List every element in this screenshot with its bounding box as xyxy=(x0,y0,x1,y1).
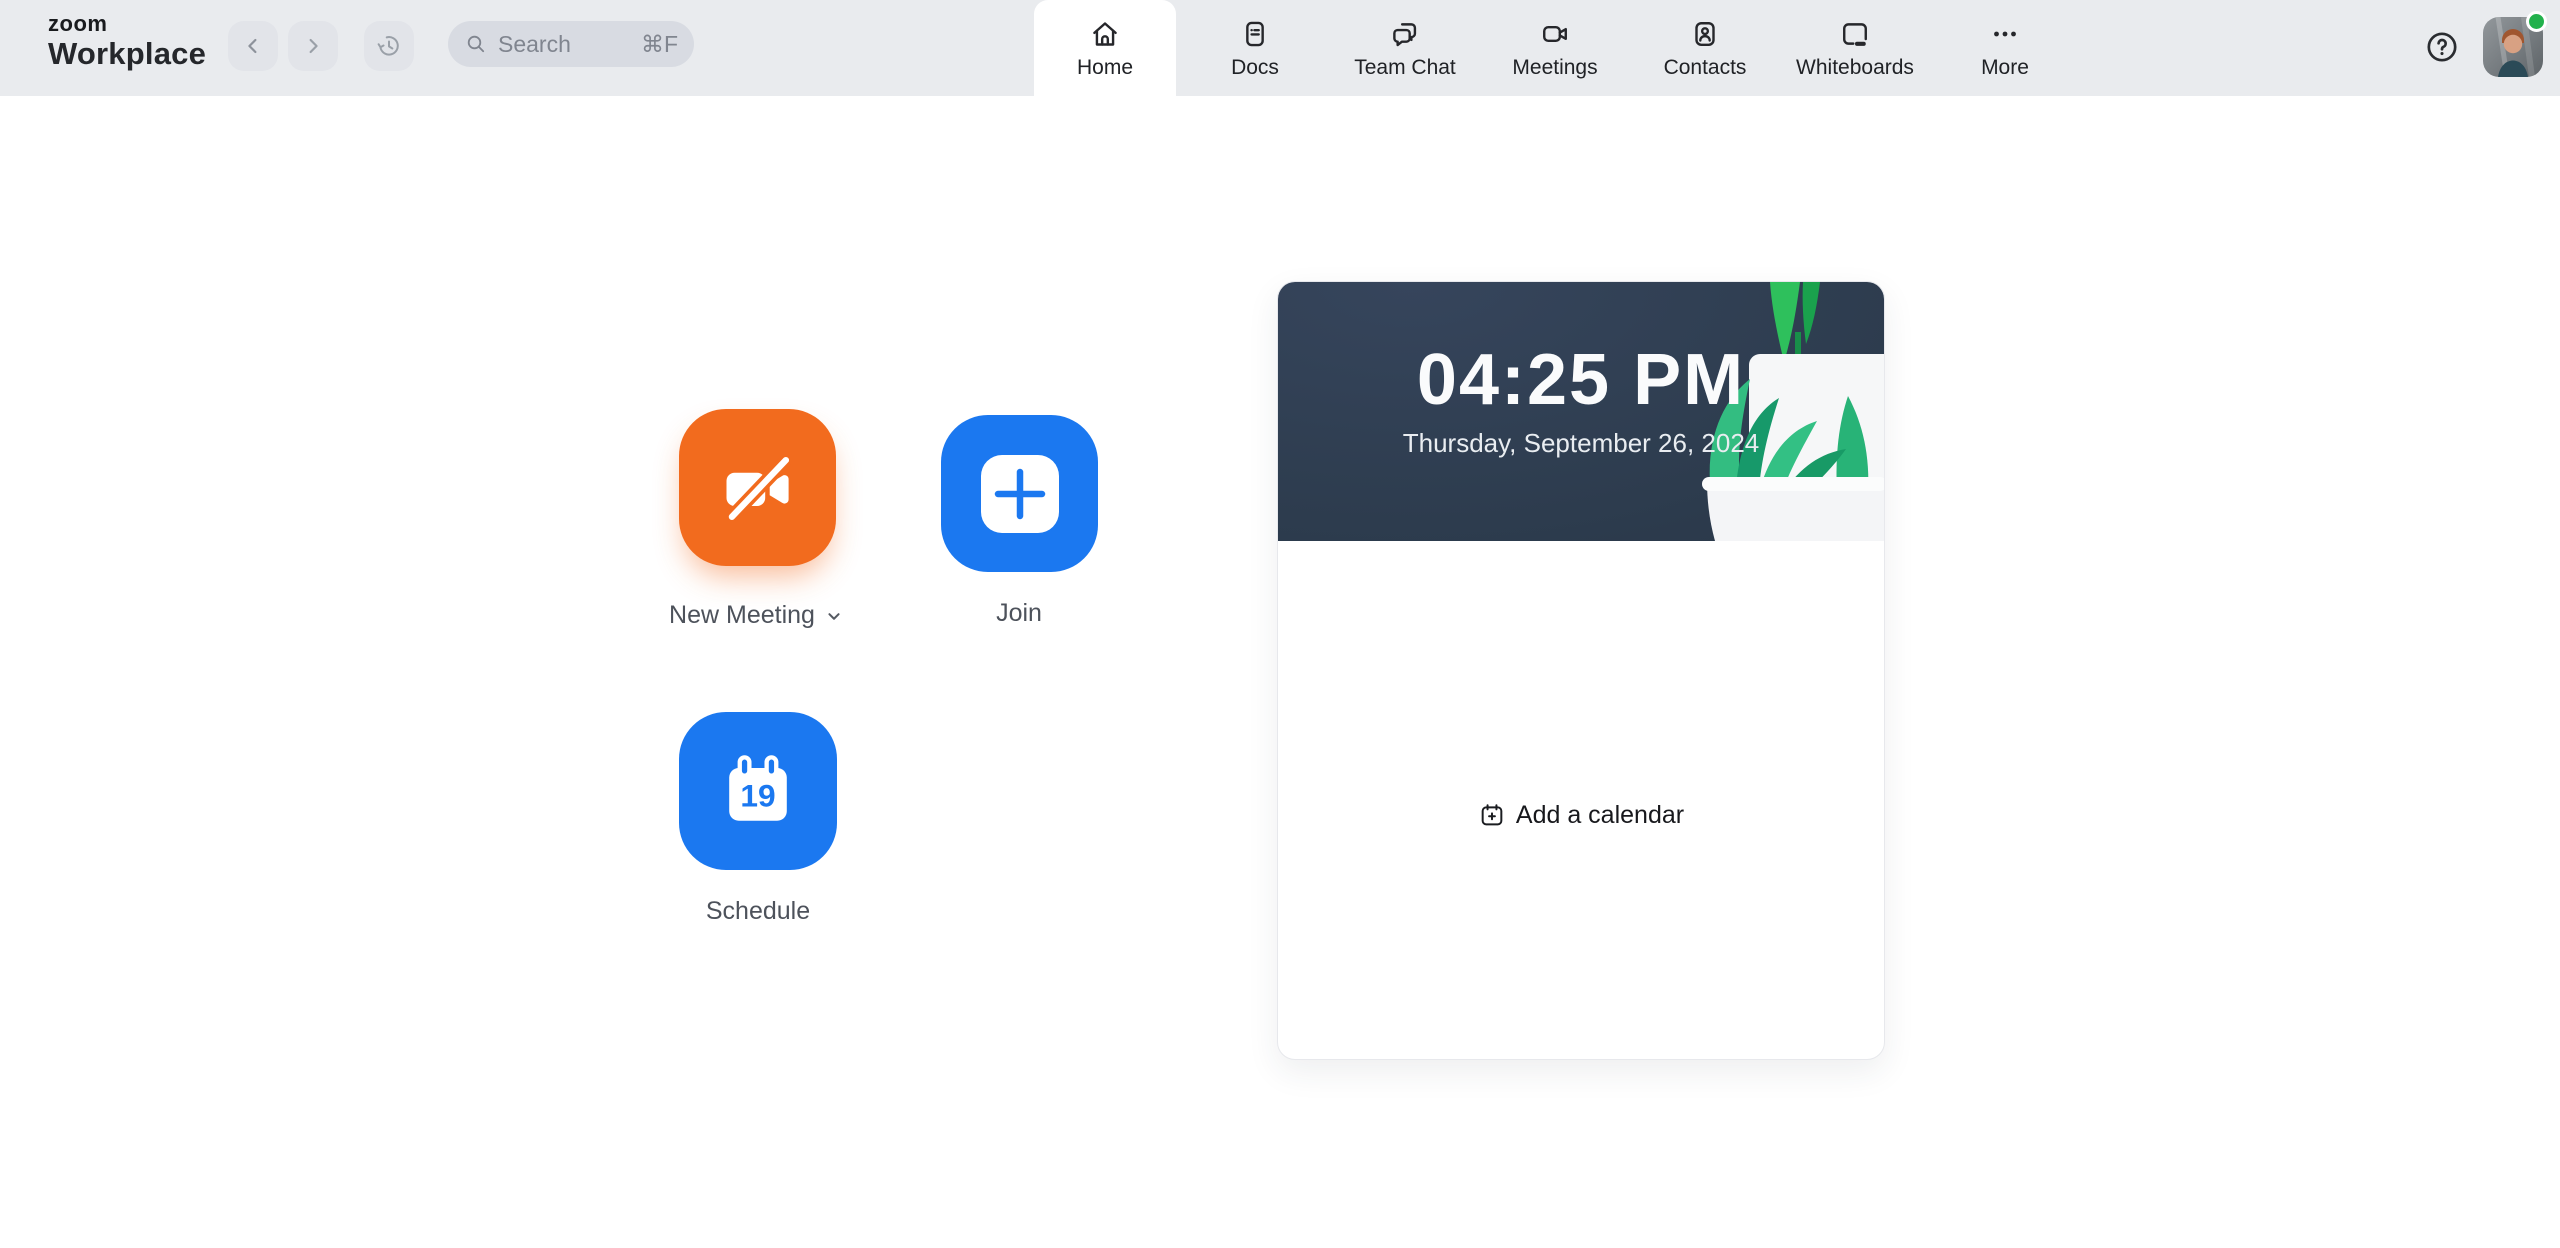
add-calendar-label: Add a calendar xyxy=(1515,800,1685,829)
tab-whiteboards-label: Whiteboards xyxy=(1796,55,1914,79)
team-chat-icon xyxy=(1393,22,1417,46)
help-question-icon xyxy=(2427,32,2457,62)
add-calendar-button[interactable]: Add a calendar xyxy=(1478,801,1684,830)
join-button[interactable] xyxy=(941,415,1098,572)
schedule-label-text: Schedule xyxy=(705,897,811,925)
home-icon xyxy=(1093,21,1117,46)
tab-contacts[interactable]: Contacts xyxy=(1634,0,1776,96)
schedule-button[interactable]: 19 xyxy=(679,712,837,870)
new-meeting-label-text: New Meeting xyxy=(669,601,815,629)
tab-team-chat-label: Team Chat xyxy=(1354,55,1456,79)
clock-hero: 04:25 PM Thursday, September 26, 2024 xyxy=(1278,282,1884,541)
history-clock-icon xyxy=(377,36,399,56)
online-status-dot xyxy=(2526,11,2547,32)
forward-button[interactable] xyxy=(288,21,338,71)
tab-more[interactable]: More xyxy=(1934,0,2076,96)
help-button[interactable] xyxy=(2424,29,2460,65)
tab-meetings[interactable]: Meetings xyxy=(1484,0,1626,96)
tab-team-chat[interactable]: Team Chat xyxy=(1334,0,1476,96)
video-camera-off-icon xyxy=(726,454,791,521)
search-placeholder: Search xyxy=(498,30,571,57)
app-logo: zoom Workplace xyxy=(48,11,207,71)
more-ellipsis-icon xyxy=(1994,31,2016,36)
calendar-day-number: 19 xyxy=(740,777,775,813)
calendar-plus-icon xyxy=(1481,804,1503,826)
tab-whiteboards[interactable]: Whiteboards xyxy=(1784,0,1926,96)
chevron-right-icon xyxy=(309,38,318,54)
tab-docs[interactable]: Docs xyxy=(1184,0,1326,96)
search-shortcut: ⌘F xyxy=(640,30,678,57)
back-button[interactable] xyxy=(228,21,278,71)
zoom-workplace-home: zoom Workplace Search ⌘F Home Docs Team … xyxy=(0,0,2560,1248)
clock-date: Thursday, September 26, 2024 xyxy=(1402,428,1760,458)
new-meeting-button[interactable] xyxy=(679,409,836,566)
meetings-video-icon xyxy=(1543,25,1567,42)
tab-home-label: Home xyxy=(1076,55,1134,79)
logo-brand: zoom xyxy=(48,11,108,36)
calendar-19-icon: 19 xyxy=(729,755,787,821)
main-tabs: Home Docs Team Chat Meetings Contacts Wh… xyxy=(1030,0,2080,96)
tab-meetings-label: Meetings xyxy=(1512,55,1598,79)
tab-home[interactable]: Home xyxy=(1034,0,1176,96)
join-label-text: Join xyxy=(996,599,1042,627)
top-bar: zoom Workplace Search ⌘F Home Docs Team … xyxy=(0,0,2560,96)
chevron-down-icon xyxy=(828,612,840,620)
calendar-card-body: Add a calendar xyxy=(1278,541,1884,1059)
search-input[interactable]: Search ⌘F xyxy=(448,21,694,67)
chevron-left-icon xyxy=(248,38,257,54)
tab-more-label: More xyxy=(1981,55,2029,79)
tab-docs-label: Docs xyxy=(1231,55,1279,79)
user-avatar[interactable] xyxy=(2483,11,2547,77)
calendar-card: 04:25 PM Thursday, September 26, 2024 Ad… xyxy=(1277,281,1885,1060)
join-plus-icon xyxy=(980,454,1059,533)
join-label: Join xyxy=(859,599,1179,628)
logo-product: Workplace xyxy=(48,36,207,71)
docs-icon xyxy=(1246,21,1264,46)
search-icon xyxy=(467,35,485,53)
schedule-label: Schedule xyxy=(598,897,918,926)
contacts-icon xyxy=(1695,21,1715,46)
tab-contacts-label: Contacts xyxy=(1663,55,1747,79)
clock-time: 04:25 PM xyxy=(1416,340,1746,420)
whiteboards-icon xyxy=(1843,22,1867,46)
history-button[interactable] xyxy=(364,21,414,71)
